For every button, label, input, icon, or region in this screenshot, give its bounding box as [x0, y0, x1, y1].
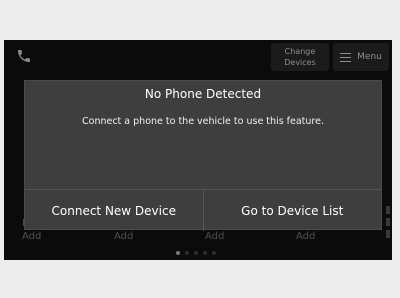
page-dot: [212, 251, 216, 255]
infotainment-screen: Change Devices Menu + Press & Hold to Ad…: [4, 40, 392, 260]
page-dot: [203, 251, 207, 255]
change-devices-label: Change Devices: [284, 47, 316, 67]
menu-label: Menu: [357, 52, 382, 62]
dialog-title: No Phone Detected: [144, 87, 262, 101]
page-dot: [185, 251, 189, 255]
no-phone-dialog: No Phone Detected Connect a phone to the…: [24, 80, 382, 231]
dialog-message: Connect a phone to the vehicle to use th…: [82, 116, 324, 127]
page-indicator: [176, 251, 216, 257]
hamburger-icon: [340, 52, 352, 62]
page-dot-active: [176, 251, 180, 255]
phone-icon[interactable]: [16, 48, 32, 64]
change-devices-button[interactable]: Change Devices: [271, 43, 329, 71]
menu-button[interactable]: Menu: [333, 43, 389, 71]
connect-new-device-button[interactable]: Connect New Device: [25, 190, 203, 231]
page-dot: [194, 251, 198, 255]
dialog-actions: Connect New Device Go to Device List: [25, 189, 381, 231]
favorite-slot-edge: [386, 202, 392, 252]
top-bar: Change Devices Menu: [4, 40, 392, 72]
go-to-device-list-button[interactable]: Go to Device List: [202, 190, 382, 231]
